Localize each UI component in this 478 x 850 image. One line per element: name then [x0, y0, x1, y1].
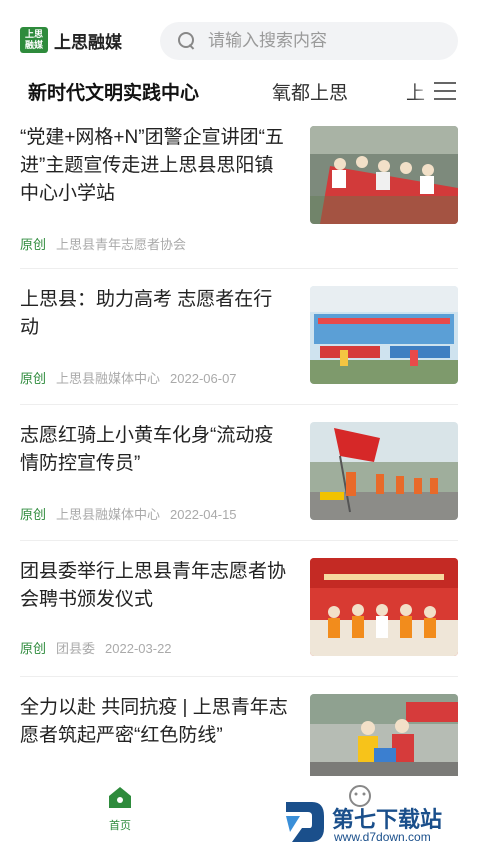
- article-date: 2022-03-22: [105, 641, 172, 656]
- app-header: 上思 融媒 上思融媒: [0, 0, 478, 78]
- article-meta: 原创 上思县融媒体中心 2022-06-07: [20, 368, 237, 387]
- article-source: 上思县青年志愿者协会: [56, 237, 187, 252]
- article-source: 团县委: [56, 641, 96, 656]
- article-thumbnail: [310, 694, 458, 776]
- article-date: 2022-06-07: [170, 371, 237, 386]
- article-date: 2022-04-15: [170, 507, 237, 522]
- search-bar[interactable]: [160, 22, 458, 60]
- app-logo[interactable]: 上思 融媒 上思融媒: [20, 27, 122, 53]
- tab-oxygen-capital[interactable]: 氧都上思: [272, 78, 348, 105]
- watermark-url: www.d7down.com: [334, 830, 431, 844]
- divider: [20, 404, 458, 405]
- article-thumbnail: [310, 126, 458, 224]
- list-item[interactable]: “党建+网格+N”团警企宣讲团“五进”主题宣传走进上思县思阳镇中心小学站 原创上…: [0, 124, 478, 252]
- logo-badge-icon: 上思 融媒: [20, 27, 48, 53]
- original-tag: 原创: [20, 507, 47, 522]
- nav-home[interactable]: 首页: [100, 784, 140, 833]
- article-source: 上思县融媒体中心: [56, 507, 161, 522]
- article-title: 全力以赴 共同抗疫 | 上思青年志愿者筑起严密“红色防线”: [20, 697, 288, 746]
- tab-civilization-center[interactable]: 新时代文明实践中心: [28, 78, 199, 105]
- app-title: 上思融媒: [54, 32, 122, 52]
- article-meta: 原创 上思县融媒体中心 2022-04-15: [20, 504, 237, 523]
- article-title: 团县委举行上思县青年志愿者协会聘书颁发仪式: [20, 561, 287, 610]
- article-title: “党建+网格+N”团警企宣讲团“五进”主题宣传走进上思县思阳镇中心小学站: [20, 127, 284, 204]
- divider: [20, 540, 458, 541]
- tab-shang[interactable]: 上: [406, 78, 425, 105]
- article-meta: 原创 上思县青年志愿者协会: [20, 234, 186, 253]
- list-item[interactable]: 团县委举行上思县青年志愿者协会聘书颁发仪式 原创 团县委 2022-03-22: [0, 558, 478, 668]
- article-title: 志愿红骑上小黄车化身“流动疫情防控宣传员”: [20, 425, 274, 474]
- list-item[interactable]: 全力以赴 共同抗疫 | 上思青年志愿者筑起严密“红色防线”: [0, 694, 478, 784]
- menu-icon[interactable]: [434, 82, 456, 100]
- article-source: 上思县融媒体中心: [56, 371, 161, 386]
- article-thumbnail: [310, 422, 458, 520]
- original-tag: 原创: [20, 641, 47, 656]
- nav-home-label: 首页: [109, 820, 131, 832]
- category-tabs: 新时代文明实践中心 氧都上思 上: [0, 72, 478, 112]
- original-tag: 原创: [20, 237, 47, 252]
- article-title: 上思县：助力高考 志愿者在行动: [20, 289, 273, 338]
- article-meta: 原创 团县委 2022-03-22: [20, 638, 172, 657]
- watermark-logo-icon: [286, 802, 324, 842]
- article-thumbnail: [310, 286, 458, 384]
- original-tag: 原创: [20, 371, 47, 386]
- site-watermark: 第七下载站 www.d7down.com: [282, 798, 472, 848]
- divider: [20, 268, 458, 269]
- list-item[interactable]: 上思县：助力高考 志愿者在行动 原创 上思县融媒体中心 2022-06-07: [0, 286, 478, 396]
- home-icon: [109, 787, 131, 808]
- article-thumbnail: [310, 558, 458, 656]
- search-input[interactable]: [208, 31, 438, 51]
- search-icon: [178, 32, 196, 50]
- list-item[interactable]: 志愿红骑上小黄车化身“流动疫情防控宣传员” 原创 上思县融媒体中心 2022-04-…: [0, 422, 478, 532]
- divider: [20, 676, 458, 677]
